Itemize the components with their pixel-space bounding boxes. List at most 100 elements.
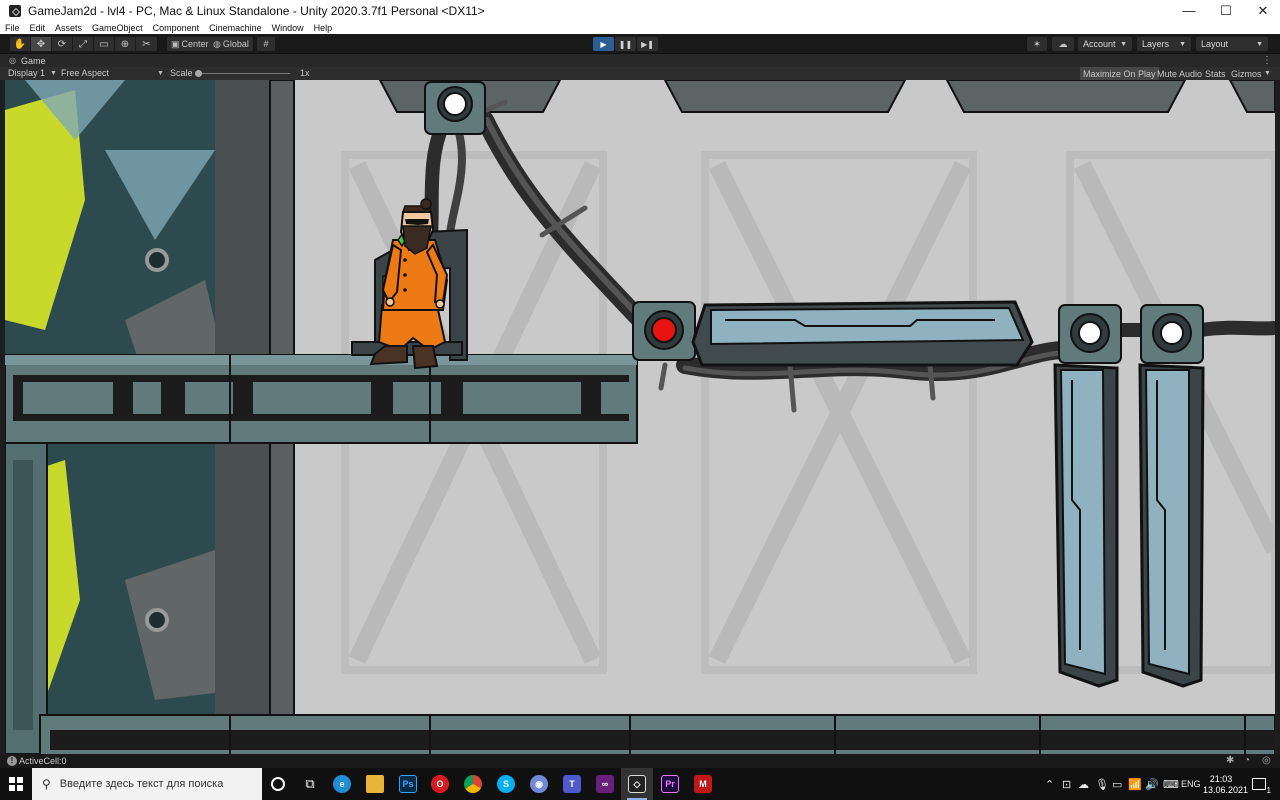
globe-icon: ◍: [213, 38, 221, 49]
scale-value: 1x: [300, 68, 310, 78]
notification-count: 1: [1266, 786, 1271, 795]
gizmos-dropdown[interactable]: Gizmos: [1228, 67, 1265, 80]
debug-icon[interactable]: ✱: [1226, 755, 1234, 766]
taskbar-premiere[interactable]: Pr: [654, 768, 686, 800]
microphone-icon[interactable]: 🎙: [1095, 768, 1109, 800]
scale-label: Scale: [170, 68, 193, 78]
game-tab-label: Game: [20, 55, 46, 66]
teams-icon: T: [563, 775, 581, 793]
battery-icon[interactable]: ▭: [1112, 768, 1122, 800]
game-scene: [5, 80, 1275, 754]
cloud-button[interactable]: ☁: [1052, 37, 1074, 51]
pivot-mode-button[interactable]: ▣ Center: [167, 37, 213, 51]
hand-tool-icon[interactable]: ✋: [10, 37, 31, 51]
unity-icon: ◇: [628, 775, 646, 793]
skype-icon: S: [497, 775, 515, 793]
status-message[interactable]: ActiveCell:0: [19, 754, 67, 768]
status-bar: ! ActiveCell:0 ✱ ◔ ◎: [0, 754, 1280, 768]
taskbar-opera[interactable]: O: [424, 768, 456, 800]
grid-snap-icon: #: [263, 39, 269, 49]
hanging-pillar-2: [1138, 363, 1205, 688]
taskbar-teams[interactable]: T: [556, 768, 588, 800]
play-button[interactable]: ▶: [593, 37, 614, 51]
progress-icon[interactable]: ◔: [1244, 755, 1250, 766]
taskbar-unity[interactable]: ◇: [621, 768, 653, 800]
layout-dropdown[interactable]: Layout ▼: [1196, 37, 1268, 51]
menu-file[interactable]: File: [0, 23, 25, 33]
start-button[interactable]: [0, 768, 32, 800]
window-title: GameJam2d - lvl4 - PC, Mac & Linux Stand…: [28, 3, 485, 18]
left-platform: [5, 354, 638, 444]
game-tab[interactable]: ◎ Game ⋮: [0, 54, 1280, 67]
clock-time: 21:03: [1209, 774, 1233, 784]
menu-cinemachine[interactable]: Cinemachine: [204, 23, 267, 33]
move-tool-icon[interactable]: ✥: [31, 37, 52, 51]
grid-snap-button[interactable]: #: [257, 37, 275, 51]
taskbar-photoshop[interactable]: Ps: [392, 768, 424, 800]
mute-audio-toggle[interactable]: Mute Audio: [1154, 67, 1205, 80]
pivot-space-button[interactable]: ◍ Global: [209, 37, 253, 51]
close-button[interactable]: ✕: [1246, 0, 1280, 21]
pivot-mode-label: Center: [181, 39, 209, 49]
onedrive-icon[interactable]: ☁: [1078, 768, 1089, 800]
search-placeholder: Введите здесь текст для поиска: [59, 778, 224, 790]
minimize-button[interactable]: —: [1172, 0, 1206, 21]
language-indicator[interactable]: ENG: [1181, 768, 1201, 800]
custom-tool-icon[interactable]: ✂: [136, 37, 157, 51]
main-toolbar: ✋ ✥ ⟳ ⤢ ▭ ⊕ ✂ ▣ Center ◍ Global # ▶ ❚❚ ▶…: [0, 34, 1280, 54]
step-button[interactable]: ▶❚: [637, 37, 658, 51]
taskbar-mcafee[interactable]: M: [687, 768, 719, 800]
notifications-button[interactable]: 1: [1252, 768, 1271, 800]
maximize-on-play-toggle[interactable]: Maximize On Play: [1080, 67, 1159, 80]
visual-studio-icon: ∞: [596, 775, 614, 793]
stats-toggle[interactable]: Stats: [1202, 67, 1229, 80]
maximize-button[interactable]: ☐: [1209, 0, 1243, 21]
transform-tool-icon[interactable]: ⊕: [115, 37, 136, 51]
more-options-icon[interactable]: ⋮: [1262, 54, 1272, 67]
menu-window[interactable]: Window: [267, 23, 309, 33]
menu-gameobject[interactable]: GameObject: [87, 23, 148, 33]
layout-label: Layout: [1201, 39, 1229, 49]
chevron-down-icon: ▼: [1264, 70, 1271, 77]
show-hidden-icons[interactable]: ⌃: [1045, 768, 1054, 800]
network-icon[interactable]: 📶: [1128, 768, 1142, 800]
scale-slider-handle[interactable]: [195, 70, 202, 77]
task-view-button[interactable]: ⧉: [294, 768, 326, 800]
game-view-toolbar: Display 1 ▼ Free Aspect ▼ Scale 1x Maxim…: [0, 67, 1280, 80]
display-dropdown[interactable]: Display 1: [8, 67, 45, 80]
layers-dropdown[interactable]: Layers ▼: [1137, 37, 1191, 51]
taskbar-skype[interactable]: S: [490, 768, 522, 800]
taskbar-discord[interactable]: ◉: [523, 768, 555, 800]
scale-slider-track[interactable]: [198, 73, 290, 74]
scale-tool-icon[interactable]: ⤢: [73, 37, 94, 51]
account-dropdown[interactable]: Account ▼: [1078, 37, 1132, 51]
taskbar-edge[interactable]: e: [326, 768, 358, 800]
volume-icon[interactable]: 🔊: [1145, 768, 1159, 800]
menu-component[interactable]: Component: [148, 23, 205, 33]
transform-tools: ✋ ✥ ⟳ ⤢ ▭ ⊕ ✂: [10, 37, 157, 51]
keyboard-icon[interactable]: ⌨: [1163, 768, 1179, 800]
taskbar-search[interactable]: ⚲ Введите здесь текст для поиска: [32, 768, 262, 800]
folder-icon: [366, 775, 384, 793]
rect-tool-icon[interactable]: ▭: [94, 37, 115, 51]
collab-button[interactable]: ✶: [1027, 37, 1047, 51]
taskbar-chrome[interactable]: [457, 768, 489, 800]
discord-icon: ◉: [530, 775, 548, 793]
pause-button[interactable]: ❚❚: [615, 37, 636, 51]
menu-assets[interactable]: Assets: [50, 23, 87, 33]
pivot-space-label: Global: [222, 39, 249, 49]
cortana-button[interactable]: [262, 768, 294, 800]
taskbar-visual-studio[interactable]: ∞: [589, 768, 621, 800]
taskbar-file-explorer[interactable]: [359, 768, 391, 800]
taskbar-clock[interactable]: 21:03 13.06.2021: [1203, 774, 1248, 796]
auto-generate-icon[interactable]: ◎: [1262, 755, 1271, 766]
tray-app-icon[interactable]: ⊡: [1062, 768, 1071, 800]
menu-help[interactable]: Help: [309, 23, 338, 33]
hanging-pillar-1: [1053, 363, 1119, 688]
info-icon: !: [7, 756, 17, 766]
search-icon: ⚲: [42, 777, 51, 791]
menu-edit[interactable]: Edit: [25, 23, 51, 33]
aspect-dropdown[interactable]: Free Aspect: [61, 67, 109, 80]
game-viewport[interactable]: [5, 80, 1275, 754]
rotate-tool-icon[interactable]: ⟳: [52, 37, 73, 51]
